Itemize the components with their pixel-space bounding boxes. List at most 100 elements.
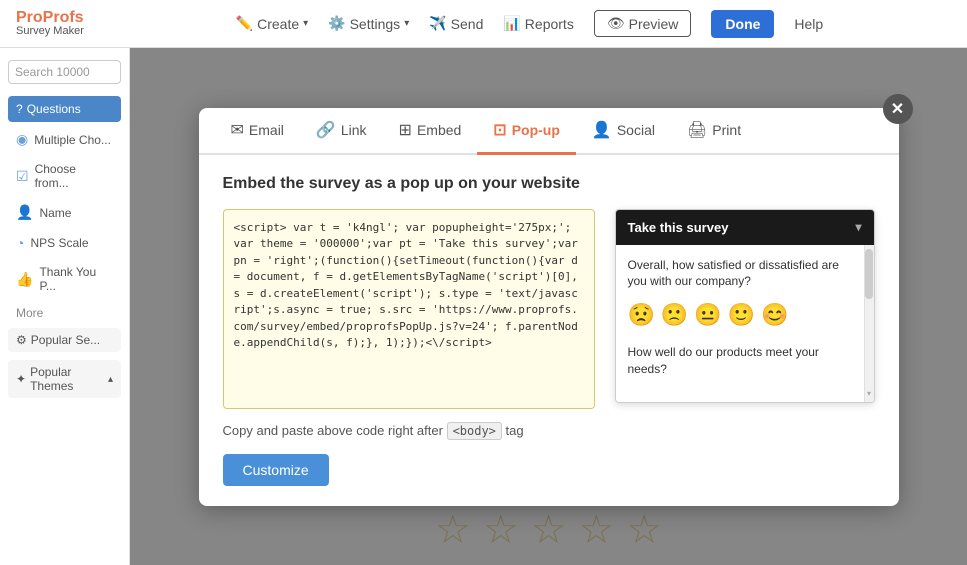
sidebar-item-name[interactable]: 👤 Name	[8, 199, 121, 226]
person-icon: 👤	[16, 204, 33, 221]
copy-note: Copy and paste above code right after <b…	[223, 423, 875, 438]
emoji-2[interactable]: 🙁	[661, 302, 688, 328]
nav-items: ✏️ Create ▾ ⚙️ Settings ▾ ✈️ Send 📊 Repo…	[108, 10, 951, 38]
pencil-icon: ✏️	[236, 15, 253, 32]
nps-icon: ◔	[16, 235, 24, 251]
sidebar-choose-from-label: Choose from...	[35, 162, 113, 190]
preview-question-1: Overall, how satisfied or dissatisfied a…	[628, 257, 850, 291]
sidebar-multiple-choice-label: Multiple Cho...	[34, 133, 111, 147]
preview-button[interactable]: 👁 Preview	[594, 10, 692, 37]
question-icon: ?	[16, 102, 23, 116]
logo-sub: Survey Maker	[16, 26, 84, 37]
search-placeholder: Search 10000	[15, 65, 90, 79]
sidebar-more[interactable]: More	[8, 302, 121, 324]
scroll-down-icon: ▾	[867, 389, 871, 398]
modal-tabs: ✉ Email 🔗 Link ⊞ Embed ⊡ Pop-up 👤 So	[199, 108, 899, 155]
sidebar-popular-sets-label: Popular Se...	[31, 333, 100, 347]
collapse-icon[interactable]: ▾	[855, 220, 861, 234]
search-box[interactable]: Search 10000	[8, 60, 121, 84]
chevron-down-icon: ▾	[303, 18, 308, 29]
embed-icon: ⊞	[399, 120, 412, 140]
body-tag: <body>	[447, 422, 502, 440]
embed-code-box[interactable]: <script> var t = 'k4ngl'; var popupheigh…	[223, 209, 595, 409]
preview-body: ▾ Overall, how satisfied or dissatisfied…	[616, 245, 874, 402]
sidebar-item-choose-from[interactable]: ☑ Choose from...	[8, 157, 121, 195]
sidebar-popular-sets[interactable]: ⚙ Popular Se...	[8, 328, 121, 352]
sidebar-questions-label: Questions	[27, 102, 81, 116]
scrollbar-thumb	[865, 249, 873, 299]
emoji-5[interactable]: 😊	[761, 302, 788, 328]
thumbsup-icon: 👍	[16, 271, 33, 288]
help-label: Help	[794, 16, 823, 32]
share-modal: ✕ ✉ Email 🔗 Link ⊞ Embed ⊡ Pop-up	[199, 108, 899, 506]
modal-body: Embed the survey as a pop up on your web…	[199, 155, 899, 506]
sidebar-thankyou-label: Thank You P...	[39, 265, 113, 293]
link-icon: 🔗	[316, 120, 336, 140]
content-area: ☆ ☆ ☆ ☆ ☆ ✕ ✉ Email 🔗 Link	[130, 48, 967, 565]
chevron-up-icon: ▴	[108, 374, 113, 385]
sidebar-more-label: More	[16, 306, 43, 320]
close-icon: ✕	[891, 99, 904, 119]
chevron-down-icon-2: ▾	[404, 18, 409, 29]
preview-panel: Take this survey ▾ ▾ Overall, how satisf…	[615, 209, 875, 403]
preview-question-2: How well do our products meet your needs…	[628, 344, 850, 378]
tab-link[interactable]: 🔗 Link	[300, 108, 383, 155]
tab-embed[interactable]: ⊞ Embed	[383, 108, 478, 155]
sidebar-item-thankyou[interactable]: 👍 Thank You P...	[8, 260, 121, 298]
help-link[interactable]: Help	[794, 16, 823, 32]
tab-link-label: Link	[341, 122, 367, 138]
modal-columns: <script> var t = 'k4ngl'; var popupheigh…	[223, 209, 875, 409]
popup-icon: ⊡	[493, 120, 506, 140]
emoji-1[interactable]: 😟	[628, 302, 655, 328]
copy-suffix: tag	[506, 423, 524, 438]
tab-popup[interactable]: ⊡ Pop-up	[477, 108, 576, 155]
radio-icon: ◉	[16, 131, 28, 148]
email-icon: ✉	[231, 120, 244, 140]
nav-settings-label: Settings	[350, 16, 401, 32]
emoji-3[interactable]: 😐	[694, 302, 721, 328]
theme-icon: ✦	[16, 372, 26, 386]
tab-print[interactable]: 🖨 Print	[671, 108, 757, 155]
gear-icon: ⚙️	[328, 15, 345, 32]
nav-create-label: Create	[257, 16, 299, 32]
tab-email[interactable]: ✉ Email	[215, 108, 300, 155]
gear-icon-2: ⚙	[16, 333, 27, 347]
sidebar: Search 10000 ? Questions ◉ Multiple Cho.…	[0, 48, 130, 565]
nav-reports-label: Reports	[525, 16, 574, 32]
tab-print-label: Print	[712, 122, 741, 138]
nav-settings[interactable]: ⚙️ Settings ▾	[328, 15, 409, 32]
nav-create[interactable]: ✏️ Create ▾	[236, 15, 309, 32]
copy-note-text: Copy and paste above code right after	[223, 423, 443, 438]
tab-social-label: Social	[617, 122, 655, 138]
done-button[interactable]: Done	[711, 10, 774, 38]
logo: ProProfs Survey Maker	[16, 10, 84, 37]
eye-icon: 👁	[607, 15, 625, 32]
tab-social[interactable]: 👤 Social	[576, 108, 671, 155]
nav-send[interactable]: ✈️ Send	[429, 15, 483, 32]
sidebar-popular-themes[interactable]: ✦ Popular Themes ▴	[8, 360, 121, 398]
customize-button[interactable]: Customize	[223, 454, 329, 486]
modal-close-button[interactable]: ✕	[883, 94, 913, 124]
scrollbar-track: ▾	[864, 245, 874, 402]
preview-label: Preview	[629, 16, 679, 32]
print-icon: 🖨	[687, 120, 707, 140]
preview-content: Overall, how satisfied or dissatisfied a…	[628, 257, 862, 378]
emoji-4[interactable]: 🙂	[728, 302, 755, 328]
sidebar-nps-label: NPS Scale	[30, 236, 88, 250]
sidebar-item-multiple-choice[interactable]: ◉ Multiple Cho...	[8, 126, 121, 153]
tab-email-label: Email	[249, 122, 284, 138]
modal-title: Embed the survey as a pop up on your web…	[223, 175, 875, 193]
preview-header: Take this survey ▾	[616, 210, 874, 245]
social-icon: 👤	[592, 120, 612, 140]
sidebar-section-questions[interactable]: ? Questions	[8, 96, 121, 122]
done-label: Done	[725, 16, 760, 32]
sidebar-item-nps[interactable]: ◔ NPS Scale	[8, 230, 121, 256]
main-layout: Search 10000 ? Questions ◉ Multiple Cho.…	[0, 48, 967, 565]
emoji-rating-row: 😟 🙁 😐 🙂 😊	[628, 302, 850, 328]
sidebar-popular-themes-label: Popular Themes	[30, 365, 104, 393]
nav-reports[interactable]: 📊 Reports	[503, 15, 573, 32]
send-icon: ✈️	[429, 15, 446, 32]
tab-popup-label: Pop-up	[512, 122, 560, 138]
logo-proprofs: ProProfs	[16, 10, 84, 26]
top-nav: ProProfs Survey Maker ✏️ Create ▾ ⚙️ Set…	[0, 0, 967, 48]
